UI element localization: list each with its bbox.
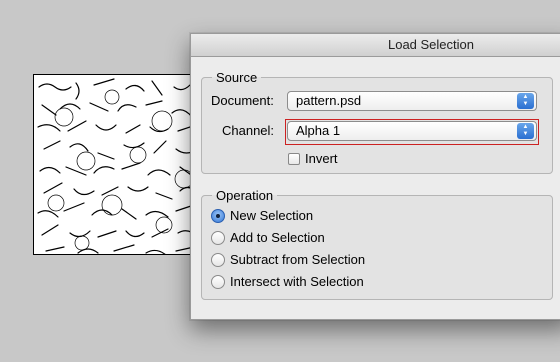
channel-row: Channel: bbox=[222, 123, 274, 138]
radio-intersect-with-selection[interactable]: Intersect with Selection bbox=[211, 274, 364, 289]
radio-label: Intersect with Selection bbox=[230, 274, 364, 289]
document-row: Document: bbox=[211, 93, 274, 108]
document-label: Document: bbox=[211, 93, 274, 108]
select-arrows-icon: ▲ ▼ bbox=[517, 93, 534, 109]
invert-checkbox[interactable]: Invert bbox=[288, 151, 338, 166]
channel-value: Alpha 1 bbox=[296, 123, 341, 138]
dialog-title: Load Selection bbox=[191, 34, 560, 57]
operation-legend: Operation bbox=[216, 188, 274, 203]
load-selection-dialog: Load Selection Source Document: pattern.… bbox=[190, 33, 560, 320]
radio-add-to-selection[interactable]: Add to Selection bbox=[211, 230, 325, 245]
document-select[interactable]: pattern.psd ▲ ▼ bbox=[287, 91, 537, 111]
radio-label: Add to Selection bbox=[230, 230, 325, 245]
source-legend: Source bbox=[216, 70, 258, 85]
radio-selected-icon[interactable] bbox=[211, 208, 225, 223]
radio-new-selection[interactable]: New Selection bbox=[211, 208, 313, 223]
radio-label: New Selection bbox=[230, 208, 314, 223]
checkbox-box-icon[interactable] bbox=[288, 152, 300, 165]
radio-icon[interactable] bbox=[211, 252, 225, 267]
invert-label: Invert bbox=[305, 151, 338, 166]
radio-label: Subtract from Selection bbox=[230, 252, 366, 267]
select-arrows-icon: ▲ ▼ bbox=[517, 123, 534, 139]
pattern-document-canvas bbox=[33, 74, 205, 255]
engraved-pattern-image bbox=[34, 75, 204, 254]
radio-icon[interactable] bbox=[211, 230, 225, 245]
radio-icon[interactable] bbox=[211, 274, 225, 289]
channel-select[interactable]: Alpha 1 ▲ ▼ bbox=[287, 121, 537, 141]
channel-label: Channel: bbox=[222, 123, 275, 138]
document-value: pattern.psd bbox=[296, 93, 362, 108]
radio-subtract-from-selection[interactable]: Subtract from Selection bbox=[211, 252, 365, 267]
